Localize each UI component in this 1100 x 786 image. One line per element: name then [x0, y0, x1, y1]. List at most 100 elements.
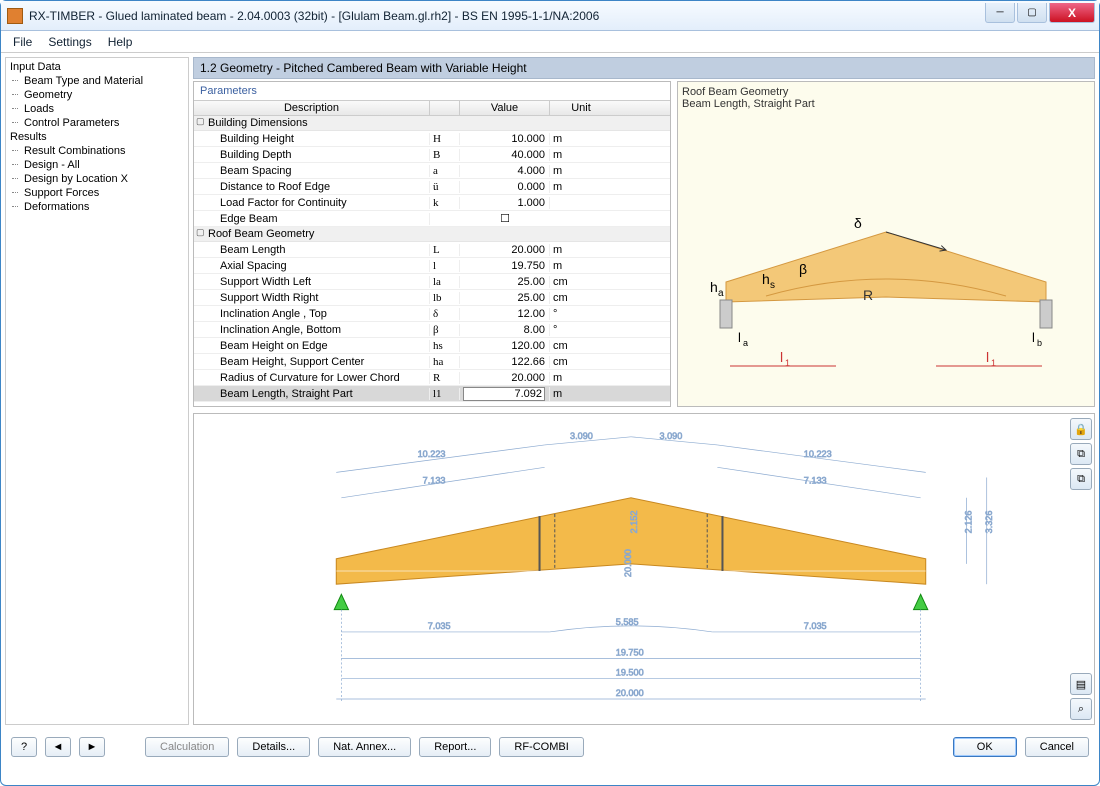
param-row[interactable]: Building DepthB40.000m [194, 147, 670, 163]
cancel-button[interactable]: Cancel [1025, 737, 1089, 757]
tree-design-all[interactable]: Design - All [6, 158, 188, 172]
svg-text:R: R [863, 287, 873, 303]
menu-settings[interactable]: Settings [40, 33, 99, 51]
report-button[interactable]: Report... [419, 737, 491, 757]
param-row[interactable]: Distance to Roof Edgeü0.000m [194, 179, 670, 195]
tree-design-loc[interactable]: Design by Location X [6, 172, 188, 186]
svg-text:l: l [780, 349, 783, 365]
titlebar: RX-TIMBER - Glued laminated beam - 2.04.… [1, 1, 1099, 31]
nav-tree: Input Data Beam Type and Material Geomet… [5, 57, 189, 725]
param-row[interactable]: Beam Height on Edgehs120.00cm [194, 338, 670, 354]
param-row[interactable]: Beam LengthL20.000m [194, 242, 670, 258]
maximize-button[interactable]: ▢ [1017, 3, 1047, 23]
lock-icon[interactable]: 🔒 [1070, 418, 1092, 440]
tree-deform[interactable]: Deformations [6, 200, 188, 214]
tree-control[interactable]: Control Parameters [6, 116, 188, 130]
svg-text:20.000: 20.000 [623, 549, 633, 577]
minimize-button[interactable]: ─ [985, 3, 1015, 23]
close-button[interactable]: X [1049, 3, 1095, 23]
param-row[interactable]: Beam Length, Straight Partl1m [194, 386, 670, 402]
app-icon [7, 8, 23, 24]
svg-text:a: a [743, 338, 748, 348]
svg-text:1: 1 [785, 358, 790, 368]
header-unit: Unit [550, 101, 612, 115]
svg-text:7.133: 7.133 [423, 476, 446, 486]
svg-text:h: h [762, 271, 770, 287]
svg-text:7.133: 7.133 [804, 476, 827, 486]
tree-geometry[interactable]: Geometry [6, 88, 188, 102]
svg-text:3.090: 3.090 [570, 431, 593, 441]
tree-loads[interactable]: Loads [6, 102, 188, 116]
value-input[interactable] [463, 387, 545, 401]
svg-text:1: 1 [991, 358, 996, 368]
ok-button[interactable]: OK [953, 737, 1017, 757]
param-row[interactable]: Radius of Curvature for Lower ChordR20.0… [194, 370, 670, 386]
param-row[interactable]: Support Width Leftla25.00cm [194, 274, 670, 290]
svg-text:10.223: 10.223 [804, 449, 832, 459]
param-row[interactable]: Inclination Angle , Topδ12.00° [194, 306, 670, 322]
param-row[interactable]: Beam Spacinga4.000m [194, 163, 670, 179]
menubar: File Settings Help [1, 31, 1099, 53]
header-description: Description [194, 101, 430, 115]
param-row[interactable]: Axial Spacingl19.750m [194, 258, 670, 274]
nat-annex-button[interactable]: Nat. Annex... [318, 737, 411, 757]
window-title: RX-TIMBER - Glued laminated beam - 2.04.… [29, 9, 599, 23]
svg-text:10.223: 10.223 [418, 449, 446, 459]
param-row[interactable]: Inclination Angle, Bottomβ8.00° [194, 322, 670, 338]
tree-beam-type[interactable]: Beam Type and Material [6, 74, 188, 88]
param-row[interactable]: Load Factor for Continuityk1.000 [194, 195, 670, 211]
svg-text:l: l [1032, 330, 1035, 345]
beam-drawing: 10.223 3.090 3.090 10.223 7.133 7.133 2.… [193, 413, 1095, 725]
rf-combi-button[interactable]: RF-COMBI [499, 737, 583, 757]
parameters-title: Parameters [194, 82, 670, 100]
svg-text:2.126: 2.126 [963, 511, 973, 534]
svg-text:a: a [718, 288, 724, 299]
page-heading: 1.2 Geometry - Pitched Cambered Beam wit… [193, 57, 1095, 79]
svg-text:3.326: 3.326 [984, 511, 994, 534]
checkbox[interactable]: ☐ [460, 212, 550, 225]
svg-text:5.585: 5.585 [616, 617, 639, 627]
svg-text:l: l [738, 330, 741, 345]
svg-text:β: β [799, 261, 807, 277]
group-building[interactable]: Building Dimensions [194, 116, 670, 131]
header-value: Value [460, 101, 550, 115]
param-row[interactable]: Beam Height, Support Centerha122.66cm [194, 354, 670, 370]
group-roof[interactable]: Roof Beam Geometry [194, 227, 670, 242]
svg-text:δ: δ [854, 215, 862, 231]
next-button[interactable]: ► [79, 737, 105, 757]
prev-button[interactable]: ◄ [45, 737, 71, 757]
details-button[interactable]: Details... [237, 737, 310, 757]
svg-text:19.500: 19.500 [616, 668, 644, 678]
param-body[interactable]: Building Dimensions Building HeightH10.0… [194, 116, 670, 406]
parameters-panel: Parameters Description Value Unit Buildi… [193, 81, 671, 407]
tree-input-data[interactable]: Input Data [6, 60, 188, 74]
menu-file[interactable]: File [5, 33, 40, 51]
svg-text:2.152: 2.152 [629, 511, 639, 534]
svg-text:7.035: 7.035 [804, 621, 827, 631]
svg-text:20.000: 20.000 [616, 688, 644, 698]
paste-icon[interactable]: ⧉ [1070, 468, 1092, 490]
footer: ? ◄ ► Calculation Details... Nat. Annex.… [1, 729, 1099, 765]
param-row[interactable]: Edge Beam☐ [194, 211, 670, 227]
tool-icon[interactable]: ▤ [1070, 673, 1092, 695]
menu-help[interactable]: Help [100, 33, 141, 51]
svg-text:3.090: 3.090 [659, 431, 682, 441]
copy-icon[interactable]: ⧉ [1070, 443, 1092, 465]
param-row[interactable]: Support Width Rightlb25.00cm [194, 290, 670, 306]
help-button[interactable]: ? [11, 737, 37, 757]
tree-result-comb[interactable]: Result Combinations [6, 144, 188, 158]
schematic-diagram: Roof Beam Geometry Beam Length, Straight… [677, 81, 1095, 407]
diagram-line2: Beam Length, Straight Part [682, 98, 1090, 110]
tree-support[interactable]: Support Forces [6, 186, 188, 200]
tree-results[interactable]: Results [6, 130, 188, 144]
calculation-button[interactable]: Calculation [145, 737, 229, 757]
svg-text:b: b [1037, 338, 1042, 348]
param-header: Description Value Unit [194, 100, 670, 116]
param-row[interactable]: Building HeightH10.000m [194, 131, 670, 147]
diagram-line1: Roof Beam Geometry [682, 86, 1090, 98]
svg-text:7.035: 7.035 [428, 621, 451, 631]
zoom-icon[interactable]: ⌕ [1070, 698, 1092, 720]
svg-text:19.750: 19.750 [616, 647, 644, 657]
svg-text:h: h [710, 279, 718, 295]
svg-text:s: s [770, 280, 775, 291]
